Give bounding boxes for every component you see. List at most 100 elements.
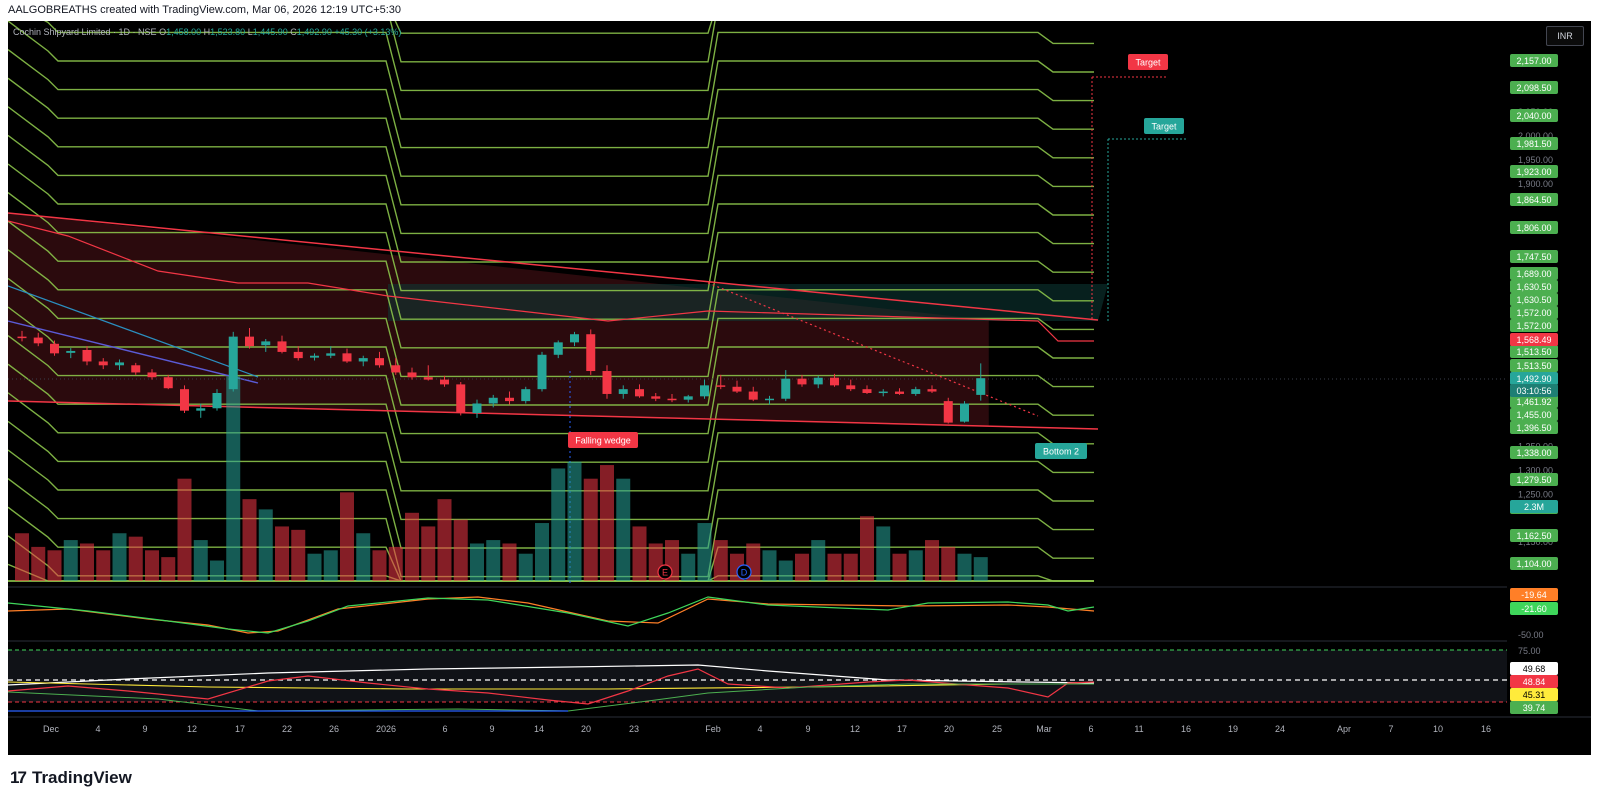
red-level-label-text: 1,568.49 — [1516, 335, 1551, 345]
candle-body — [505, 397, 514, 402]
volume-bar — [925, 540, 939, 581]
time-tick-label: 22 — [282, 724, 292, 734]
volume-bar — [63, 540, 78, 581]
candle-body — [228, 336, 238, 390]
volume-bar — [908, 550, 923, 581]
volume-bar — [31, 546, 46, 581]
time-tick-label: Feb — [705, 724, 721, 734]
price-level-label: 1,630.50 — [1510, 293, 1558, 306]
candle-body — [358, 358, 368, 362]
osc2-value-green-text: 39.74 — [1523, 703, 1546, 713]
time-tick-label: 12 — [187, 724, 197, 734]
time-axis: Dec 4 9 12 17 22 26 2026 6 9 14 20 23 Feb 4 9 12 17 20 25 Ma… — [43, 724, 1491, 734]
candle-body — [570, 334, 579, 343]
price-level-label-text: 1,630.50 — [1516, 295, 1551, 305]
osc2-value-yellow: 45.31 — [1510, 688, 1558, 701]
candle-body — [521, 389, 531, 402]
volume-bar — [681, 553, 696, 581]
candle-body — [163, 377, 173, 389]
price-level-label: 2,040.00 — [1510, 109, 1558, 122]
dividend-marker: D — [736, 564, 752, 580]
candle-body — [17, 336, 27, 339]
volume-bar — [453, 519, 468, 581]
volume-bar — [583, 478, 598, 581]
bottom-label: Bottom 2 — [1035, 443, 1087, 459]
volume-bar — [112, 533, 127, 581]
candle-body — [976, 378, 986, 395]
time-tick-label: 4 — [757, 724, 762, 734]
osc2-value-white-text: 49.68 — [1523, 664, 1546, 674]
price-level-label: 1,630.50 — [1510, 280, 1558, 293]
chart-caption: AALGOBREATHS created with TradingView.co… — [8, 4, 402, 16]
candle-body — [895, 391, 904, 394]
candle-body — [537, 354, 547, 390]
time-tick-label: 26 — [329, 724, 339, 734]
time-tick-label: 9 — [142, 724, 147, 734]
high-value: 1,523.80 — [210, 27, 246, 37]
price-level-label-text: 1,572.00 — [1516, 321, 1551, 331]
volume-bar — [405, 512, 419, 581]
volume-bar — [161, 557, 176, 581]
volume-bar — [258, 509, 273, 581]
candle-body — [878, 391, 888, 394]
volume-bar — [372, 550, 387, 581]
candlestick-chart[interactable]: TargetTargetFalling wedgeBottom 2ED2,050… — [8, 21, 1591, 755]
candle-body — [50, 343, 59, 354]
candle-body — [342, 353, 352, 362]
price-level-label: 1,396.50 — [1510, 421, 1558, 434]
volume-bar — [795, 553, 809, 581]
candle-body — [180, 389, 189, 411]
volume-bar — [551, 468, 566, 581]
chart-area[interactable]: TargetTargetFalling wedgeBottom 2ED2,050… — [8, 21, 1591, 755]
band-line — [8, 106, 1094, 206]
bottom-label-text: Bottom 2 — [1043, 447, 1079, 457]
price-level-label-text: 1,630.50 — [1516, 282, 1551, 292]
candle-body — [651, 396, 661, 399]
axis-tick-label: 1,250.00 — [1518, 489, 1553, 499]
price-level-label: 1,747.50 — [1510, 250, 1558, 263]
price-level-label: 2,098.50 — [1510, 81, 1558, 94]
price-level-label-text: 2,040.00 — [1516, 111, 1551, 121]
volume-bar — [811, 540, 826, 581]
change-value: +45.30 (+3.13%) — [334, 27, 402, 37]
time-tick-label: 17 — [897, 724, 907, 734]
price-level-label: 1,162.50 — [1510, 529, 1558, 542]
volume-bar — [957, 553, 972, 581]
candle-body — [635, 389, 644, 397]
candle-body — [261, 341, 271, 346]
price-level-label: 1,689.00 — [1510, 267, 1558, 280]
symbol-name: Cochin Shipyard Limited · 1D · NSE — [13, 27, 157, 37]
time-tick-label: 11 — [1134, 724, 1143, 734]
candle-body — [927, 389, 937, 392]
candle-body — [830, 377, 839, 386]
price-level-label: 1,279.50 — [1510, 473, 1558, 486]
axis-tick-label: 1,950.00 — [1518, 155, 1553, 165]
candle-body — [781, 378, 791, 399]
time-tick-label: 7 — [1388, 724, 1393, 734]
price-level-label: 2,157.00 — [1510, 54, 1558, 67]
volume-bar — [356, 533, 371, 581]
red-level-label: 1,568.49 — [1510, 333, 1558, 346]
candle-body — [98, 361, 108, 366]
countdown-label: 03:10:56 — [1510, 384, 1558, 397]
price-level-label-text: 1,981.50 — [1516, 139, 1551, 149]
time-tick-label: 20 — [944, 724, 954, 734]
band-line — [8, 49, 1094, 149]
candle-body — [797, 378, 807, 385]
volume-bar — [697, 523, 712, 581]
time-tick-label: 6 — [1088, 724, 1093, 734]
tradingview-logo[interactable]: 17 TradingView — [10, 768, 132, 788]
candle-body — [326, 353, 336, 356]
volume-bar — [632, 526, 647, 581]
osc2-value-yellow-text: 45.31 — [1523, 690, 1546, 700]
volume-bar — [242, 499, 257, 581]
osc2-value-red: 48.84 — [1510, 675, 1558, 688]
time-tick-label: Dec — [43, 724, 60, 734]
volume-bar — [193, 540, 208, 581]
price-level-label-text: 1,455.00 — [1516, 410, 1551, 420]
time-tick-label: 9 — [805, 724, 810, 734]
time-tick-label: 20 — [581, 724, 591, 734]
volume-bar — [388, 546, 403, 581]
band-line — [8, 449, 1094, 549]
currency-button[interactable]: INR — [1546, 26, 1584, 46]
